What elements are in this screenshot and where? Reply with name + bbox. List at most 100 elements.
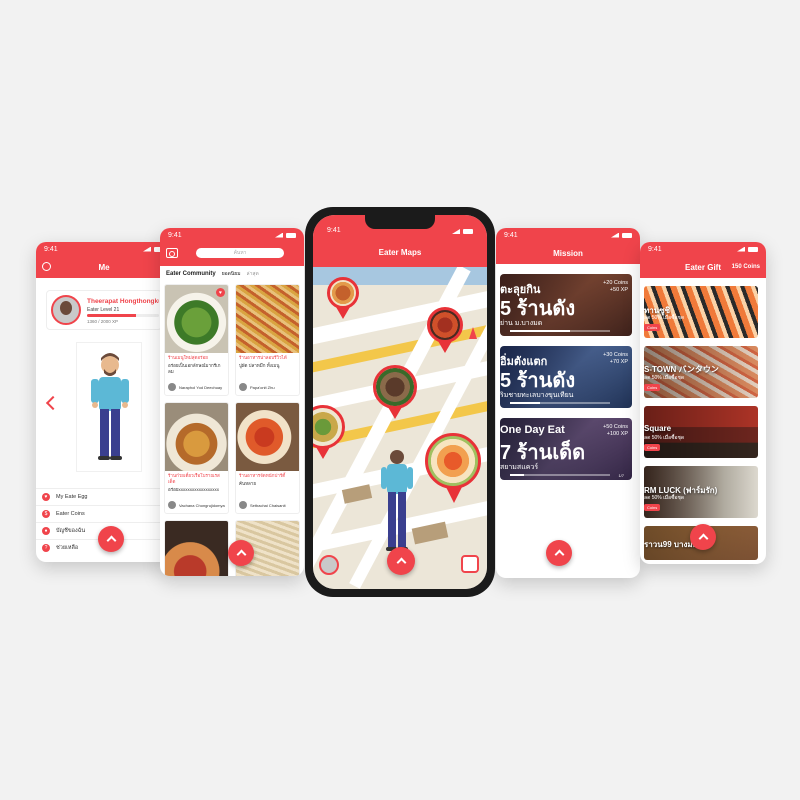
chevron-up-icon — [698, 533, 708, 544]
chevron-up-icon — [106, 535, 116, 546]
page-title: Eater Maps — [378, 247, 422, 257]
tab-latest[interactable]: ล่าสุด — [247, 270, 259, 278]
status-bar: 9:41 — [160, 228, 304, 242]
mission-screen: 9:41 Mission ตะลุยกิน 5 ร้านดัง ย่าน ม.บ… — [496, 228, 640, 578]
gift-card[interactable]: RM LUCK (ฟาร์มรัก) ลด 50% เมื่อซื้อชุด C… — [644, 466, 758, 518]
gift-screen: 9:41 Eater Gift 150 Coins ทานซูชิ ลด 50%… — [640, 242, 766, 564]
reward-xp: +100 XP — [606, 431, 628, 437]
pin-tail — [438, 341, 452, 353]
post-grid: ♥ ร้านเมนูใหม่สุดอร่อย อร่อยเป็นเอกลักษณ… — [164, 284, 300, 576]
menu-item-label: Eater Coins — [56, 511, 85, 517]
coin-icon: $ — [42, 510, 50, 518]
mission-progress-fill — [510, 474, 524, 476]
phone-notch — [365, 215, 435, 229]
camera-icon[interactable] — [166, 248, 178, 258]
gift-card[interactable]: ทานซูชิ ลด 50% เมื่อซื้อชุด Coins — [644, 286, 758, 338]
reward-coins: +20 Coins — [603, 280, 628, 286]
food-image — [236, 285, 299, 353]
me-title-bar: Me — [36, 256, 172, 278]
page-title: Eater Gift — [684, 262, 721, 272]
character-illustration — [91, 353, 129, 460]
expand-button[interactable] — [98, 526, 124, 552]
post-card[interactable]: ร้านอาหารจัดหนักปาร์ตี้ ค้นหลาย Setbacha… — [235, 402, 300, 514]
previous-character-button[interactable] — [45, 395, 61, 411]
community-screen: 9:41 ค้นหา Eater Community ยอดนิยม ล่าสุ… — [160, 228, 304, 576]
xp-value: 1360 / 2000 XP — [87, 319, 119, 324]
gift-description: ลด 50% เมื่อซื้อชุด — [644, 495, 685, 501]
egg-icon: ♥ — [42, 493, 50, 501]
author-name: Papa'onit Zhu — [250, 384, 275, 390]
eater-level: Eater Level 21 — [87, 307, 120, 313]
status-bar: 9:41 — [36, 242, 172, 256]
menu-item-label: บัญชีของฉัน — [56, 528, 86, 534]
status-time: 9:41 — [648, 245, 662, 253]
post-card[interactable]: ร้านอาหารน่าลอบรีวิวได้ ปูผัด ปลาหมึก ทั… — [235, 284, 300, 396]
profile-card[interactable]: Theerapat Hongthongku Eater Level 21 136… — [46, 290, 162, 330]
mission-title-bar: Mission — [496, 242, 640, 264]
expand-button[interactable] — [228, 540, 254, 566]
gift-description: ลด 50% เมื่อซื้อชุด — [644, 375, 685, 381]
tab-popular[interactable]: ยอดนิยม — [222, 270, 241, 278]
post-author: Setbachai Chaisanit — [239, 501, 286, 509]
mission-location: สยามสแควร์ — [500, 464, 539, 471]
author-name: Naraphol Yod Deechuay — [179, 384, 223, 390]
page-title: Mission — [553, 248, 583, 258]
gift-card[interactable]: Square ลด 50% เมื่อซื้อชุด Coins — [644, 406, 758, 458]
mission-card[interactable]: อิ่มตังแตก 5 ร้านดัง ริมชายทะเลบางขุนเที… — [500, 346, 632, 408]
expand-button[interactable] — [546, 540, 572, 566]
coin-balance: 150 Coins — [731, 264, 760, 270]
help-icon: ? — [42, 544, 50, 552]
avatar — [239, 383, 247, 391]
mission-card[interactable]: ตะลุยกิน 5 ร้านดัง ย่าน ม.บางมด +20 Coin… — [500, 274, 632, 336]
status-bar: 9:41 — [496, 228, 640, 242]
menu-item-egg[interactable]: ♥ My Eate Egg — [36, 488, 172, 505]
mission-progress-bar — [510, 330, 610, 332]
status-bar: 9:41 — [640, 242, 766, 256]
xp-progress-bar — [87, 314, 159, 317]
search-input[interactable]: ค้นหา — [196, 248, 284, 258]
map-screen: 9:41 Eater Maps — [313, 215, 487, 589]
avatar — [239, 501, 247, 509]
community-tabs: Eater Community ยอดนิยม ล่าสุด — [160, 266, 304, 282]
reward-xp: +70 XP — [609, 359, 628, 365]
battery-icon — [463, 229, 473, 234]
like-icon[interactable]: ♥ — [216, 288, 225, 297]
battery-icon — [622, 232, 632, 238]
post-card[interactable] — [164, 520, 229, 576]
gift-title-bar: Eater Gift 150 Coins — [640, 256, 766, 278]
scan-icon[interactable] — [461, 555, 479, 573]
mission-count: 1/7 — [618, 473, 624, 478]
pin-food-image — [327, 277, 359, 309]
map-title-bar: Eater Maps — [313, 237, 487, 267]
post-subtitle: อร่อยxxxxxxxxxxxxxxxxxx — [168, 486, 219, 492]
post-card[interactable]: ♥ ร้านเมนูใหม่สุดอร่อย อร่อยเป็นเอกลักษณ… — [164, 284, 229, 396]
signal-icon — [737, 246, 745, 252]
menu-item-coins[interactable]: $ Eater Coins — [36, 505, 172, 522]
mission-progress-bar — [510, 402, 610, 404]
post-subtitle: ค้นหลาย — [239, 480, 256, 486]
post-title: ร้านเมนูใหม่สุดอร่อย — [168, 355, 208, 360]
gift-card[interactable]: S-TOWN バンタウン ลด 50% เมื่อซื้อชุด Coins — [644, 346, 758, 398]
mission-card[interactable]: One Day Eat 7 ร้านเด็ด สยามสแควร์ +50 Co… — [500, 418, 632, 480]
avatar — [168, 383, 176, 391]
expand-button[interactable] — [690, 524, 716, 550]
mission-progress-fill — [510, 330, 570, 332]
settings-icon[interactable] — [42, 262, 51, 271]
food-image — [165, 521, 228, 576]
avatar[interactable] — [319, 555, 339, 575]
post-subtitle: อร่อยเป็นเอกลักษณ์มากรีเกลม — [168, 362, 221, 374]
chevron-up-icon — [236, 549, 246, 560]
pin-food-image — [373, 365, 417, 409]
pin-food-image — [425, 433, 481, 489]
chevron-up-icon — [396, 557, 406, 568]
chevron-up-icon — [554, 549, 564, 560]
post-card[interactable]: ร้านก๋วยเตี๋ยวเรือโบราณรสเด็ด อร่อยxxxxx… — [164, 402, 229, 514]
compass-icon[interactable] — [469, 327, 477, 339]
map-view[interactable] — [313, 267, 487, 589]
gift-description: ลด 50% เมื่อซื้อชุด — [644, 315, 685, 321]
avatar — [168, 501, 176, 509]
status-time: 9:41 — [44, 245, 58, 253]
signal-icon — [143, 246, 151, 252]
expand-button[interactable] — [387, 547, 415, 575]
status-icons — [737, 246, 758, 252]
